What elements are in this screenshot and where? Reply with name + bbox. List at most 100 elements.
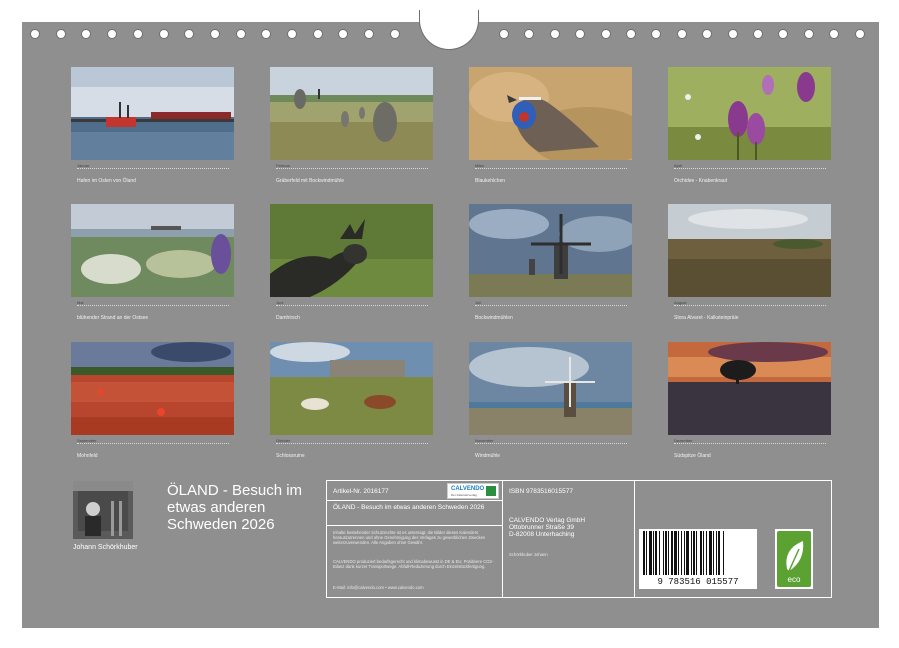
calendar-back-cover: Januar Hafen im Osten von Öland Februar Grä… xyxy=(22,10,879,628)
day-dots xyxy=(475,168,627,172)
photo-october-castle-ruin xyxy=(270,342,433,435)
author-name: Johann Schörkhuber xyxy=(73,544,138,551)
calendar-title: ÖLAND - Besuch im etwas anderen Schweden… xyxy=(167,482,303,533)
windmills-image xyxy=(469,204,632,297)
castle-ruin-image xyxy=(270,342,433,435)
publisher-name: CALVENDO Verlag GmbH xyxy=(509,517,586,524)
photo-caption: Mohnfeld xyxy=(77,453,98,459)
day-dots xyxy=(276,443,428,447)
binding-hole xyxy=(575,29,586,39)
contact-email: E-Mail: info@calvendo.com • www.calvendo… xyxy=(333,585,424,590)
info-hline-2 xyxy=(327,525,502,526)
eco-badge: eco xyxy=(775,529,813,589)
binding-hole xyxy=(499,29,509,39)
day-dots xyxy=(475,443,627,447)
product-title: ÖLAND - Besuch im etwas anderen Schweden… xyxy=(333,504,485,511)
day-dots xyxy=(77,168,229,172)
legal-text: Inhalte bestehender Schutzrechte ist es … xyxy=(333,530,486,545)
barcode: 9 783516 015577 xyxy=(639,529,757,589)
info-divider-1 xyxy=(502,481,503,597)
day-strip: März xyxy=(469,163,632,173)
windmill-image xyxy=(469,342,632,435)
binding-hole xyxy=(854,29,865,39)
binding-hole xyxy=(184,29,195,39)
orchid-image xyxy=(668,67,831,160)
calvendo-mark-icon xyxy=(486,486,496,496)
binding-hole xyxy=(651,29,662,39)
day-strip: April xyxy=(668,163,831,173)
day-dots xyxy=(674,443,826,447)
day-strip: Mai xyxy=(71,300,234,310)
binding-hole xyxy=(55,29,66,39)
binding-hole xyxy=(389,29,400,39)
beach-image xyxy=(71,204,234,297)
binding-hole xyxy=(81,29,92,39)
day-strip: Februar xyxy=(270,163,433,173)
binding-hole xyxy=(753,29,763,39)
binding-hole xyxy=(261,29,272,39)
day-dots xyxy=(674,305,826,309)
photo-march-bluethroat xyxy=(469,67,632,160)
barcode-bars xyxy=(643,531,724,575)
bluethroat-image xyxy=(469,67,632,160)
calvendo-logo-subtext: Der Kalenderverlag xyxy=(451,493,477,497)
binding-hole xyxy=(107,29,118,39)
article-number: Artikel-Nr. 2016177 xyxy=(333,488,389,495)
info-divider-2 xyxy=(634,481,635,597)
hanger-notch xyxy=(419,10,479,50)
eco-label: eco xyxy=(787,575,801,584)
photo-august-alvar xyxy=(668,204,831,297)
binding-hole xyxy=(676,29,687,39)
author-photo xyxy=(73,481,133,539)
photo-june-deer xyxy=(270,204,433,297)
photo-caption: Windmühle xyxy=(475,453,501,459)
binding-hole xyxy=(338,29,349,39)
deer-image xyxy=(270,204,433,297)
author-small: Schörkhuber Johann xyxy=(509,552,548,557)
photo-caption: blühender Strand an der Ostsee xyxy=(77,315,149,321)
binding-hole xyxy=(702,29,713,39)
binding-hole xyxy=(600,29,611,39)
info-hline-1 xyxy=(327,500,502,501)
photo-caption: Südspitze Öland xyxy=(674,453,711,459)
day-strip: Juni xyxy=(270,300,433,310)
binding-hole xyxy=(778,29,789,39)
binding-hole xyxy=(158,29,169,39)
binding-hole xyxy=(132,29,143,39)
day-dots xyxy=(674,168,826,172)
photo-may-beach xyxy=(71,204,234,297)
binding-hole xyxy=(829,29,840,39)
binding-hole xyxy=(287,29,297,39)
photo-january-harbor xyxy=(71,67,234,160)
binding-hole xyxy=(312,29,323,39)
photo-caption: Stora Alvaret - Kalksteinpräie xyxy=(674,315,739,321)
day-strip: Dezember xyxy=(668,438,831,448)
photo-april-orchid xyxy=(668,67,831,160)
photo-september-poppies xyxy=(71,342,234,435)
photo-february-gravefield xyxy=(270,67,433,160)
author-portrait-image xyxy=(73,481,133,539)
binding-hole xyxy=(803,29,814,39)
photo-july-windmills xyxy=(469,204,632,297)
calvendo-logo: CALVENDO Der Kalenderverlag xyxy=(447,483,499,499)
day-dots xyxy=(77,443,229,447)
binding-hole xyxy=(727,29,738,39)
gravefield-image xyxy=(270,67,433,160)
publisher-city: D-82008 Unterhaching xyxy=(509,531,575,538)
calvendo-logo-text: CALVENDO xyxy=(451,486,485,492)
photo-november-windmill xyxy=(469,342,632,435)
photo-caption: Orchidee - Knabenkraut xyxy=(674,178,728,184)
photo-caption: Hafen im Osten von Öland xyxy=(77,178,136,184)
photo-caption: Damhirsch xyxy=(276,315,300,321)
alvar-image xyxy=(668,204,831,297)
harbor-image xyxy=(71,67,234,160)
day-strip: August xyxy=(668,300,831,310)
photo-caption: Gräberfeld mit Bockwindmühle xyxy=(276,178,345,184)
day-strip: Januar xyxy=(71,163,234,173)
day-dots xyxy=(276,305,428,309)
day-strip: Juli xyxy=(469,300,632,310)
day-dots xyxy=(77,305,229,309)
binding-hole xyxy=(235,29,246,39)
spiral-binding xyxy=(22,10,879,52)
binding-hole xyxy=(364,29,375,39)
